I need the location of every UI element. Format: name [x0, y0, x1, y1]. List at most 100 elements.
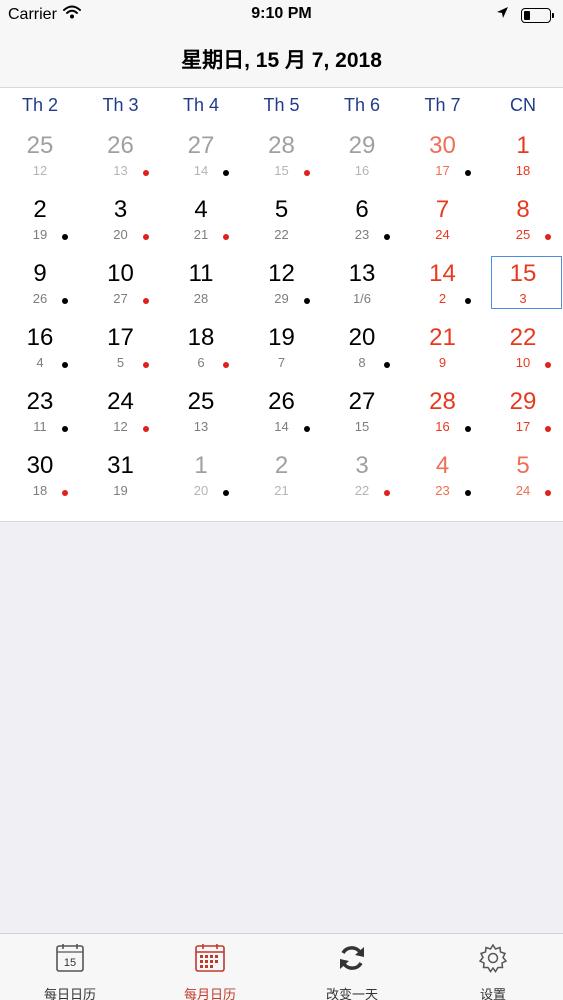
day-cell[interactable]: 8 25 [483, 189, 563, 253]
day-cell[interactable]: 14 2 [403, 253, 483, 317]
weekday-label: Th 2 [21, 95, 59, 115]
day-cell[interactable]: 24 12 [81, 381, 161, 445]
lunar-date: 13 [113, 163, 128, 178]
day-number: 3 [113, 196, 128, 223]
day-number: 31 [107, 452, 134, 479]
day-number: 19 [268, 324, 295, 351]
day-cell[interactable]: 28 15 [242, 125, 322, 189]
red-event-dot [142, 234, 149, 240]
day-cell[interactable]: 22 10 [483, 317, 563, 381]
day-number: 12 [268, 260, 295, 287]
day-cell[interactable]: 27 14 [161, 125, 241, 189]
tab-settings[interactable]: 设置 [423, 934, 563, 1000]
lunar-date: 19 [113, 483, 128, 498]
day-number: 4 [194, 196, 208, 223]
day-cell[interactable]: 29 16 [322, 125, 402, 189]
day-cell-selected[interactable]: 15 3 [483, 253, 563, 317]
lunar-date: 18 [32, 483, 48, 498]
status-time: 9:10 PM [251, 5, 312, 22]
tab-daily-calendar[interactable]: 15 每日日历 [0, 934, 140, 1000]
day-cell[interactable]: 20 8 [322, 317, 402, 381]
day-number: 4 [435, 452, 450, 479]
day-number: 29 [348, 132, 376, 159]
lunar-date: 23 [435, 483, 450, 498]
lunar-date: 3 [519, 291, 527, 306]
lunar-date: 15 [274, 163, 289, 178]
day-cell[interactable]: 30 17 [403, 125, 483, 189]
day-cell[interactable]: 4 23 [403, 445, 483, 509]
lunar-date: 29 [274, 291, 289, 306]
day-cell[interactable]: 3 22 [322, 445, 402, 509]
weekday-label: Th 6 [343, 95, 381, 115]
black-event-dot [223, 170, 229, 176]
day-number: 30 [26, 452, 54, 479]
tab-change-day[interactable]: 改变一天 [282, 934, 422, 1000]
black-event-dot [62, 298, 68, 304]
day-number: 15 [509, 260, 537, 287]
day-cell[interactable]: 28 16 [403, 381, 483, 445]
day-number: 5 [274, 196, 289, 223]
red-event-dot [384, 490, 390, 496]
day-cell[interactable]: 25 12 [0, 125, 80, 189]
red-event-dot [142, 298, 149, 304]
day-number: 29 [509, 388, 537, 415]
day-cell[interactable]: 23 11 [0, 381, 80, 445]
day-cell[interactable]: 26 14 [242, 381, 322, 445]
day-number: 18 [187, 324, 215, 351]
day-cell[interactable]: 219 [403, 317, 483, 381]
calendar-day-icon: 15 [0, 943, 140, 975]
black-event-dot [62, 234, 68, 240]
red-event-dot [223, 362, 229, 368]
lunar-date: 19 [32, 227, 48, 242]
day-number: 1 [194, 452, 208, 479]
day-cell[interactable]: 1 20 [161, 445, 241, 509]
day-number: 2 [33, 196, 47, 223]
day-number: 26 [107, 132, 134, 159]
day-cell[interactable]: 2 21 [242, 445, 322, 509]
day-cell[interactable]: 13 1/6 [322, 253, 402, 317]
red-event-dot [545, 362, 551, 368]
black-event-dot [62, 426, 68, 432]
day-cell[interactable]: 19 7 [242, 317, 322, 381]
tab-monthly-calendar[interactable]: 每月日历 [140, 934, 280, 1000]
day-number: 20 [348, 324, 376, 351]
day-cell[interactable]: 7 24 [403, 189, 483, 253]
lunar-date: 16 [354, 163, 370, 178]
lunar-date: 5 [116, 355, 125, 370]
day-cell[interactable]: 1 18 [483, 125, 563, 189]
day-cell[interactable]: 12 29 [242, 253, 322, 317]
red-event-dot [545, 490, 551, 496]
day-cell[interactable]: 29 17 [483, 381, 563, 445]
day-cell[interactable]: 25 13 [161, 381, 241, 445]
day-cell[interactable]: 9 26 [0, 253, 80, 317]
gear-icon [423, 943, 563, 975]
week-row: 23 11 24 12 25 13 26 14 27 15 28 16 29 17 [0, 381, 563, 445]
red-event-dot [545, 234, 551, 240]
day-number: 30 [429, 132, 456, 159]
day-cell[interactable]: 10 27 [81, 253, 161, 317]
day-cell[interactable]: 3 20 [81, 189, 161, 253]
day-cell[interactable]: 16 4 [0, 317, 80, 381]
day-number: 13 [348, 260, 376, 287]
day-cell[interactable]: 5 22 [242, 189, 322, 253]
day-cell[interactable]: 18 6 [161, 317, 241, 381]
day-cell[interactable]: 27 15 [322, 381, 402, 445]
day-cell[interactable]: 26 13 [81, 125, 161, 189]
day-number: 25 [26, 132, 54, 159]
day-cell[interactable]: 4 21 [161, 189, 241, 253]
day-cell[interactable]: 5 24 [483, 445, 563, 509]
battery-level [524, 10, 530, 20]
day-number: 14 [429, 260, 456, 287]
nav-bar: 星期日, 15 月 7, 2018 [0, 30, 563, 88]
battery-icon [521, 7, 554, 23]
day-cell[interactable]: 11 28 [161, 253, 241, 317]
lunar-date: 12 [113, 419, 128, 434]
day-cell[interactable]: 31 19 [81, 445, 161, 509]
day-cell[interactable]: 219 [0, 189, 80, 253]
lunar-date: 1/6 [352, 291, 372, 306]
lunar-date: 7 [277, 355, 286, 370]
weekday-label: Th 5 [263, 95, 300, 115]
day-cell[interactable]: 17 5 [81, 317, 161, 381]
day-cell[interactable]: 6 23 [322, 189, 402, 253]
day-cell[interactable]: 30 18 [0, 445, 80, 509]
